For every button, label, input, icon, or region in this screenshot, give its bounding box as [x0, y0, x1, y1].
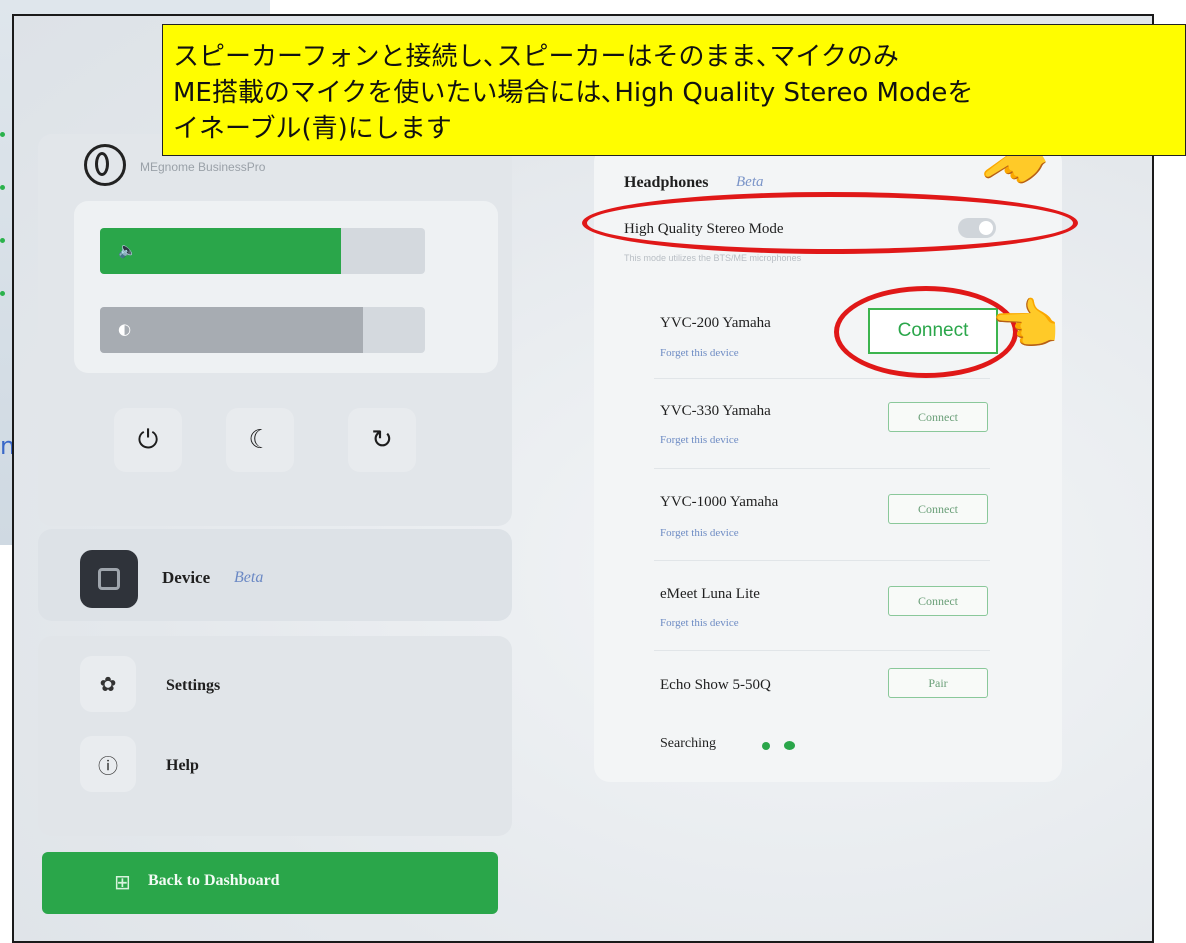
- beta-badge: Beta: [736, 174, 764, 190]
- annotation-callout: スピーカーフォンと接続し､スピーカーはそのまま､マイクのみ ME搭載のマイクを使…: [162, 24, 1186, 156]
- gear-icon[interactable]: ✿: [80, 656, 136, 712]
- annotation-circle-connect: [834, 286, 1018, 378]
- moon-icon: ☾: [248, 425, 272, 455]
- beta-badge: Beta: [234, 569, 264, 586]
- pointing-hand-icon: 👉: [992, 293, 1062, 358]
- brightness-slider-fill: [100, 307, 364, 353]
- device-icon: [80, 550, 138, 608]
- power-button[interactable]: ⏻: [114, 408, 182, 472]
- power-icon: ⏻: [137, 424, 159, 455]
- brand-name: MEgnome BusinessPro: [140, 160, 266, 174]
- back-to-dashboard-label: Back to Dashboard: [148, 872, 280, 889]
- status-dot: [0, 132, 5, 137]
- divider: [654, 468, 990, 469]
- headphones-title: Headphones: [624, 174, 709, 191]
- speaker-icon: 🔈: [118, 241, 137, 259]
- status-dot: [0, 291, 5, 296]
- divider: [654, 378, 990, 379]
- forget-device-link[interactable]: Forget this device: [660, 347, 739, 359]
- sidebar-item-help[interactable]: Help: [166, 757, 199, 775]
- callout-line: ME搭載のマイクを使いたい場合には､High Quality Stereo Mo…: [173, 78, 974, 108]
- callout-line: スピーカーフォンと接続し､スピーカーはそのまま､マイクのみ: [173, 42, 899, 72]
- hq-stereo-mode-description: This mode utilizes the BTS/ME microphone…: [624, 253, 802, 263]
- sidebar-item-settings[interactable]: Settings: [166, 677, 220, 695]
- volume-slider[interactable]: 🔈: [100, 228, 425, 274]
- restart-icon: ↻: [371, 425, 393, 455]
- help-icon[interactable]: ⓘ: [80, 736, 136, 792]
- connect-button[interactable]: Connect: [888, 586, 988, 616]
- divider: [654, 560, 990, 561]
- restart-button[interactable]: ↻: [348, 408, 416, 472]
- divider: [654, 650, 990, 651]
- sidebar-item-device-label: Device: [162, 568, 211, 587]
- brightness-icon: ◐: [118, 320, 132, 338]
- device-name: Echo Show 5-50Q: [660, 677, 771, 693]
- brightness-slider[interactable]: ◐: [100, 307, 425, 353]
- sleep-button[interactable]: ☾: [226, 408, 294, 472]
- back-to-dashboard-button[interactable]: ⊞ Back to Dashboard: [42, 852, 498, 914]
- connect-button[interactable]: Connect: [888, 494, 988, 524]
- status-dot: [0, 185, 5, 190]
- device-name: eMeet Luna Lite: [660, 586, 760, 602]
- brand-logo-icon: [84, 144, 126, 186]
- searching-label: Searching: [660, 736, 716, 751]
- forget-device-link[interactable]: Forget this device: [660, 527, 739, 539]
- forget-device-link[interactable]: Forget this device: [660, 434, 739, 446]
- searching-dot: [762, 742, 770, 750]
- searching-dot: [784, 741, 795, 750]
- forget-device-link[interactable]: Forget this device: [660, 617, 739, 629]
- device-name: YVC-330 Yamaha: [660, 403, 771, 419]
- callout-line: イネーブル(青)にします: [173, 114, 452, 144]
- connect-button[interactable]: Connect: [888, 402, 988, 432]
- dashboard-icon: ⊞: [114, 870, 131, 894]
- status-dot: [0, 238, 5, 243]
- device-name: YVC-1000 Yamaha: [660, 494, 779, 510]
- pair-button[interactable]: Pair: [888, 668, 988, 698]
- device-name: YVC-200 Yamaha: [660, 315, 771, 331]
